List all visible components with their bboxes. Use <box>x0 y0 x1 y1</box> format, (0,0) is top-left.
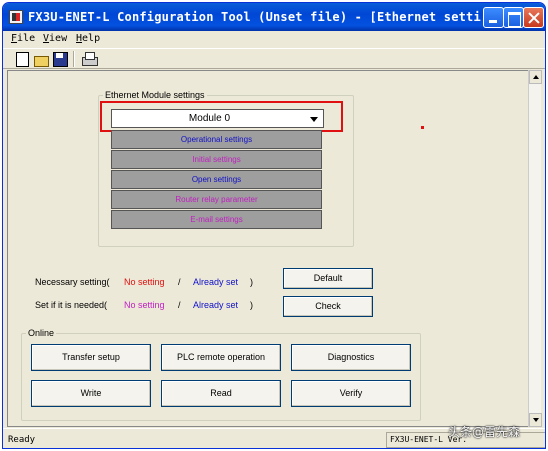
online-label: Online <box>28 328 55 338</box>
legend-needed-already-set: Already set <box>193 300 239 310</box>
menu-view[interactable]: View <box>43 33 67 44</box>
highlight-box <box>100 101 343 132</box>
ethernet-settings-label: Ethernet Module settings <box>105 90 205 100</box>
close-button[interactable] <box>523 7 544 28</box>
legend-needed-label: Set if it is needed( <box>35 300 108 310</box>
window-title: FX3U-ENET-L Configuration Tool (Unset fi… <box>28 10 483 24</box>
diagnostics-button[interactable]: Diagnostics <box>291 344 411 371</box>
legend-necessary-no-setting: No setting <box>124 277 165 287</box>
verify-button[interactable]: Verify <box>291 380 411 407</box>
menu-bar: File View Help <box>3 31 545 48</box>
save-icon[interactable] <box>52 51 68 67</box>
new-file-icon[interactable] <box>14 51 30 67</box>
scroll-down-icon[interactable] <box>529 413 542 427</box>
read-button[interactable]: Read <box>161 380 281 407</box>
status-text: Ready <box>8 435 36 445</box>
write-button[interactable]: Write <box>31 380 151 407</box>
legend-needed-no-setting: No setting <box>124 300 165 310</box>
legend-slash: / <box>178 277 181 287</box>
open-settings-button[interactable]: Open settings <box>111 170 322 189</box>
open-folder-icon[interactable] <box>33 51 49 67</box>
maximize-button[interactable] <box>503 7 524 28</box>
title-bar[interactable]: FX3U-ENET-L Configuration Tool (Unset fi… <box>3 3 545 31</box>
menu-file[interactable]: File <box>11 33 35 44</box>
operational-settings-button[interactable]: Operational settings <box>111 130 322 149</box>
transfer-setup-button[interactable]: Transfer setup <box>31 344 151 371</box>
default-button[interactable]: Default <box>283 268 373 289</box>
email-settings-button[interactable]: E-mail settings <box>111 210 322 229</box>
toolbar-separator <box>73 51 75 67</box>
menu-help[interactable]: Help <box>76 33 100 44</box>
router-relay-button[interactable]: Router relay parameter <box>111 190 322 209</box>
legend-paren: ) <box>250 277 253 287</box>
print-icon[interactable] <box>81 51 98 67</box>
legend-necessary-already-set: Already set <box>193 277 239 287</box>
main-panel: Ethernet Module settings Module 0 Operat… <box>7 70 541 427</box>
app-icon[interactable] <box>9 10 23 24</box>
legend-necessary-label: Necessary setting( <box>35 277 110 287</box>
minimize-button[interactable] <box>483 7 504 28</box>
app-window: FX3U-ENET-L Configuration Tool (Unset fi… <box>2 2 546 449</box>
plc-remote-operation-button[interactable]: PLC remote operation <box>161 344 281 371</box>
legend-slash: / <box>178 300 181 310</box>
scroll-up-icon[interactable] <box>529 70 542 84</box>
legend-paren: ) <box>250 300 253 310</box>
red-marker <box>421 126 424 129</box>
toolbar <box>3 48 545 69</box>
initial-settings-button[interactable]: Initial settings <box>111 150 322 169</box>
watermark: 头条@雷先森 <box>448 425 521 439</box>
check-button[interactable]: Check <box>283 296 373 317</box>
vertical-scrollbar[interactable] <box>528 70 542 427</box>
online-group: Online <box>21 328 421 421</box>
